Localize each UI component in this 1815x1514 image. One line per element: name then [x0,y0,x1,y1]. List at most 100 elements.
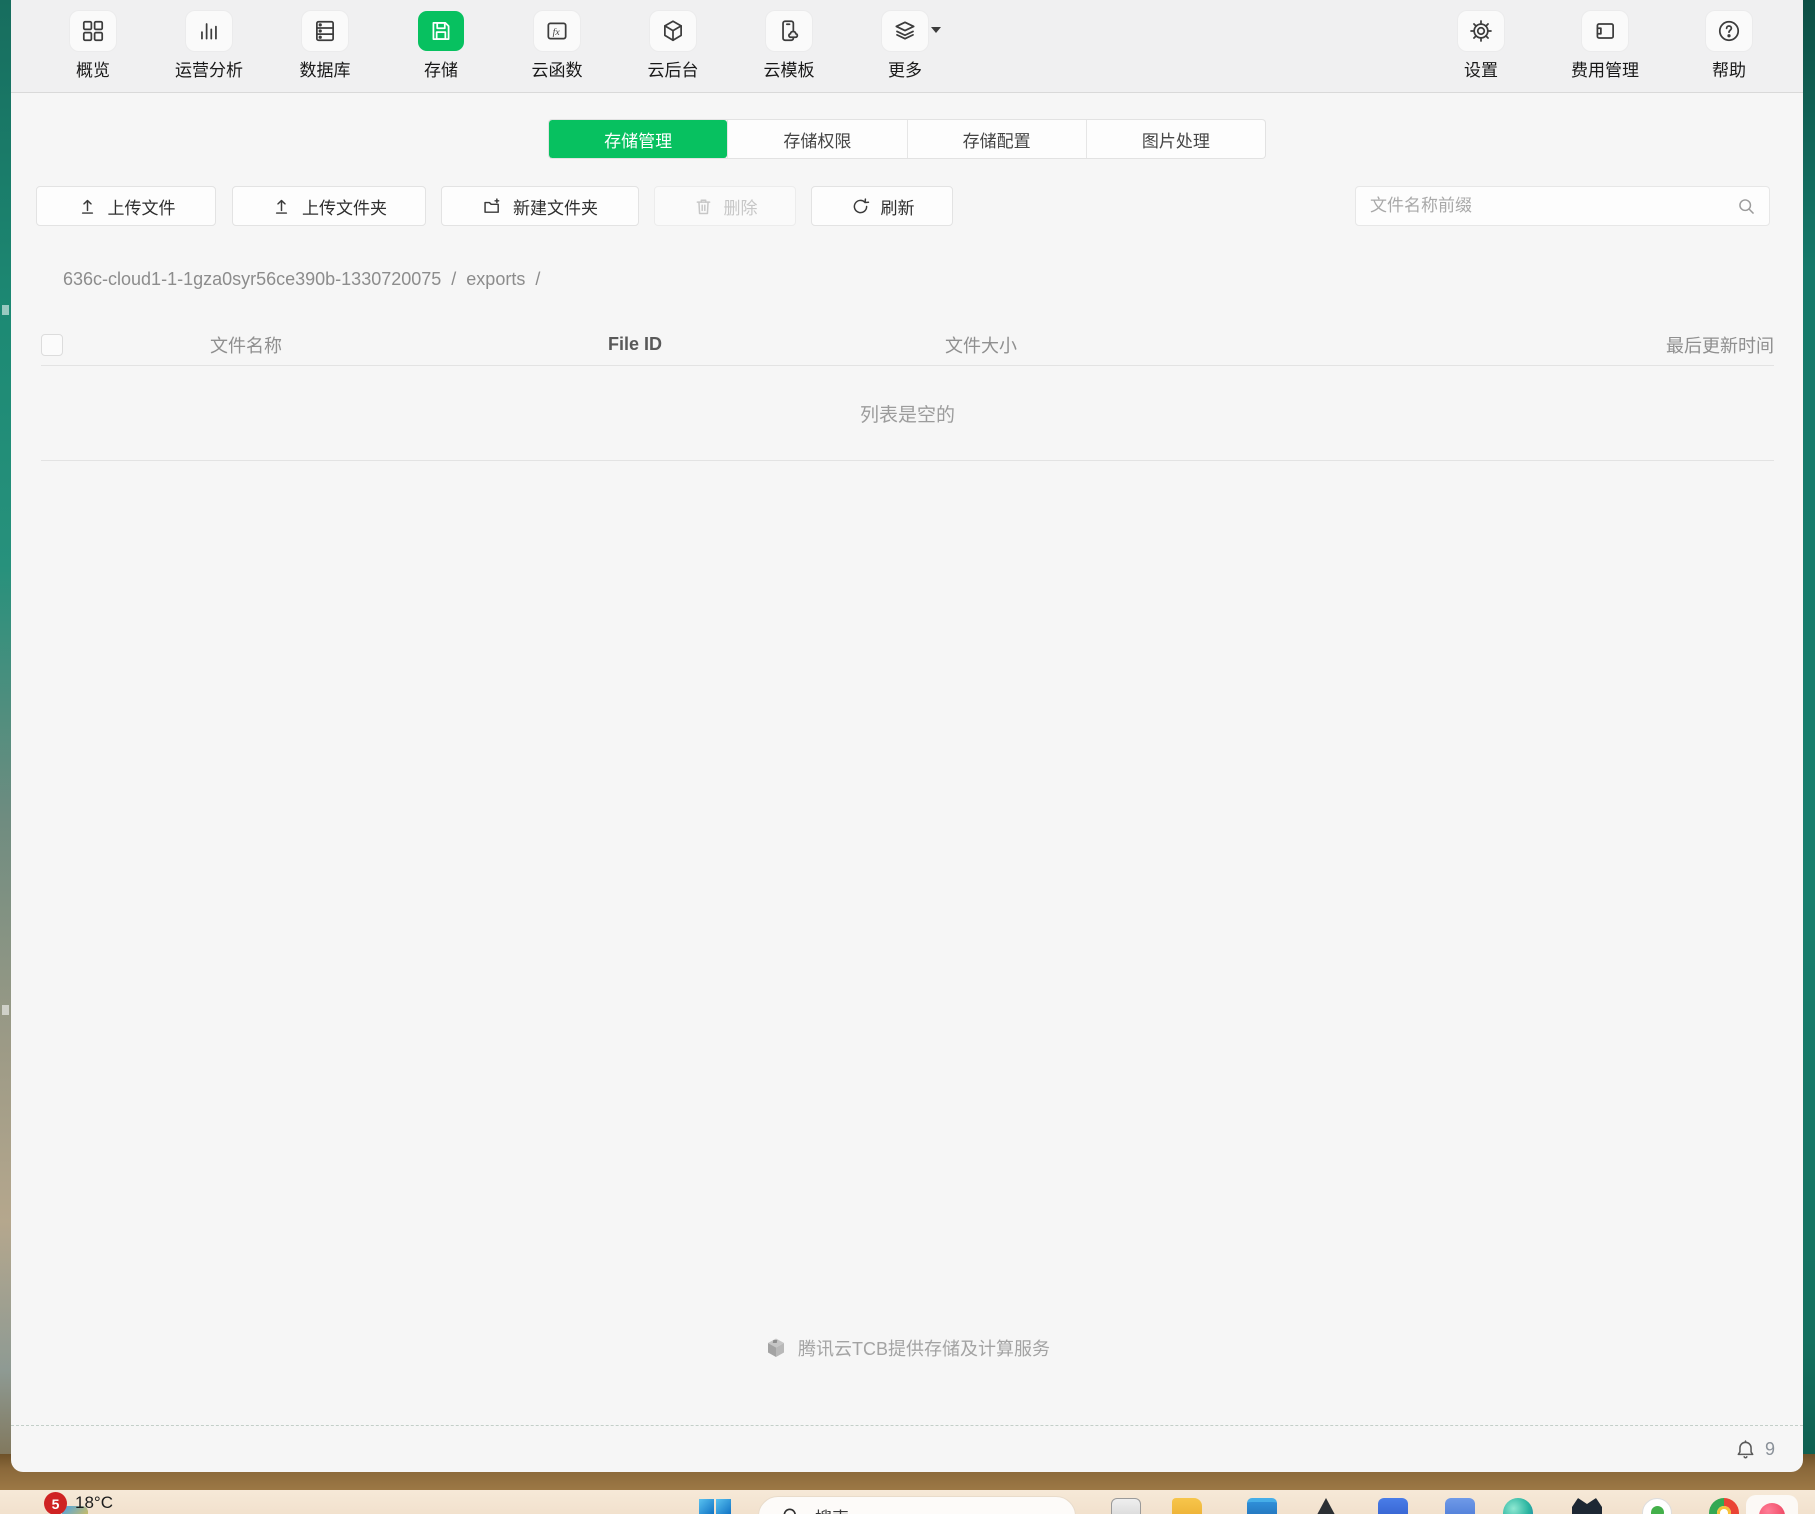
upload-folder-button[interactable]: 上传文件夹 [232,186,426,226]
taskbar-app-file-explorer-icon[interactable] [1172,1498,1202,1514]
taskbar-app-home-icon[interactable] [1445,1498,1475,1514]
windows-taskbar: 5 18°C 搜索 [0,1490,1815,1514]
nav-label: 概览 [76,61,110,80]
analytics-button[interactable] [186,11,232,51]
upload-file-button[interactable]: 上传文件 [36,186,216,226]
nav-label: 存储 [424,61,458,80]
nav-label: 数据库 [299,61,351,80]
nav-label: 云函数 [531,61,583,80]
taskbar-search-box[interactable]: 搜索 [758,1496,1076,1514]
nav-item-cloud-backend[interactable]: 云后台 [637,11,709,81]
delete-button[interactable]: 删除 [654,186,796,226]
new-folder-button[interactable]: 新建文件夹 [441,186,639,226]
taskbar-app-gem-icon[interactable] [1311,1498,1341,1514]
billing-button[interactable] [1582,11,1628,51]
tcb-cube-icon [768,1338,784,1357]
cloud-backend-button[interactable] [650,11,696,51]
toolbar-right-group: 设置 费用管理 帮助 [1445,11,1765,81]
taskbar-app-edge-icon[interactable] [1503,1498,1533,1514]
billing-icon [1596,23,1614,39]
upload-icon [275,199,288,214]
select-all-checkbox[interactable] [41,333,63,356]
file-table-header: 文件名称 File ID 文件大小 最后更新时间 [41,324,1774,366]
upload-folder-label: 上传文件夹 [302,198,387,218]
actions-row: 上传文件 上传文件夹 新建文件夹 删除 刷新 文件名称前缀 [36,186,1770,226]
empty-list-text: 列表是空的 [859,404,955,426]
new-folder-icon [484,197,500,213]
overview-button[interactable] [70,11,116,51]
taskbar-app-bat-icon[interactable] [1572,1498,1602,1514]
nav-label: 运营分析 [175,61,243,80]
empty-list-row: 列表是空的 [41,366,1774,461]
help-button[interactable] [1706,11,1752,51]
notification-bell-icon[interactable] [1734,1438,1757,1461]
desktop-wallpaper-left-strip [0,0,11,1490]
bar-chart-icon [201,23,217,40]
nav-item-settings[interactable]: 设置 [1445,11,1517,81]
storage-tabs: 存储管理 存储权限 存储配置 图片处理 [549,120,1265,158]
search-icon[interactable] [1736,196,1757,217]
settings-button[interactable] [1458,11,1504,51]
search-input[interactable] [1370,196,1736,216]
cloudbase-console-window: 概览 运营分析 数据库 存储 fx 云函数 云后台 云模板 更多 设置 费用管理… [11,0,1803,1472]
nav-label: 设置 [1464,61,1498,80]
tab-storage-permissions[interactable]: 存储权限 [727,120,906,158]
footer-note: 腾讯云TCB提供存储及计算服务 [11,1335,1803,1361]
nav-item-more[interactable]: 更多 [869,11,941,81]
upload-icon [81,199,93,214]
tab-storage-config[interactable]: 存储配置 [906,120,1086,158]
nav-item-analytics[interactable]: 运营分析 [173,11,245,81]
taskbar-app-active-music-icon[interactable] [1746,1495,1798,1514]
toolbar-left-group: 概览 运营分析 数据库 存储 fx 云函数 云后台 云模板 更多 [57,11,941,81]
breadcrumb-folder-exports[interactable]: exports [466,269,525,290]
chevron-down-icon [931,27,941,33]
nav-item-cloud-functions[interactable]: fx 云函数 [521,11,593,81]
floppy-icon [432,22,450,40]
column-file-name: 文件名称 [210,335,282,356]
taskbar-app-chrome-icon[interactable] [1709,1498,1739,1514]
help-icon [1718,20,1740,42]
storage-content-area: 存储管理 存储权限 存储配置 图片处理 上传文件 上传文件夹 新建文件夹 删除 … [11,93,1803,1425]
taskbar-app-sprout-icon[interactable] [1642,1498,1672,1514]
nav-label: 云后台 [647,61,699,80]
gear-icon [1470,20,1492,42]
nav-item-help[interactable]: 帮助 [1693,11,1765,81]
breadcrumb: 636c-cloud1-1-1gza0syr56ce390b-133072007… [63,269,1803,290]
more-button[interactable] [882,11,941,51]
breadcrumb-separator: / [535,269,541,289]
new-folder-label: 新建文件夹 [513,198,598,218]
breadcrumb-separator: / [451,269,457,289]
tab-storage-management[interactable]: 存储管理 [549,120,728,158]
nav-item-overview[interactable]: 概览 [57,11,129,81]
tab-image-processing[interactable]: 图片处理 [1085,120,1265,158]
refresh-button[interactable]: 刷新 [811,186,953,226]
refresh-label: 刷新 [880,198,915,218]
column-file-size: 文件大小 [945,335,1017,356]
cloud-functions-button[interactable]: fx [534,11,580,51]
windows-start-button[interactable] [699,1499,731,1514]
upload-file-label: 上传文件 [107,198,176,218]
nav-item-database[interactable]: 数据库 [289,11,361,81]
storage-button[interactable] [418,11,464,51]
nav-label: 帮助 [1712,61,1746,80]
taskbar-app-blue-icon[interactable] [1378,1498,1408,1514]
breadcrumb-root[interactable]: 636c-cloud1-1-1gza0syr56ce390b-133072007… [63,269,441,290]
windows-logo-quadrant [716,1499,731,1514]
desktop-icon-fragment [2,305,9,315]
column-file-id: File ID [608,334,663,354]
taskbar-app-toolbox-icon[interactable] [1247,1498,1277,1514]
column-last-updated: 最后更新时间 [1666,335,1774,356]
taskbar-app-notepad-icon[interactable] [1111,1498,1141,1514]
nav-item-billing[interactable]: 费用管理 [1569,11,1641,81]
fx-icon: fx [547,22,567,40]
nav-item-storage[interactable]: 存储 [405,11,477,81]
cloud-templates-button[interactable] [766,11,812,51]
window-status-bar: 9 [11,1425,1803,1472]
temperature-label[interactable]: 18°C [75,1493,113,1513]
windows-logo-quadrant [699,1499,714,1514]
database-button[interactable] [302,11,348,51]
nav-item-cloud-templates[interactable]: 云模板 [753,11,825,81]
weather-alert-badge[interactable]: 5 [44,1492,67,1514]
delete-label: 删除 [723,198,758,218]
nav-label: 费用管理 [1571,61,1639,80]
